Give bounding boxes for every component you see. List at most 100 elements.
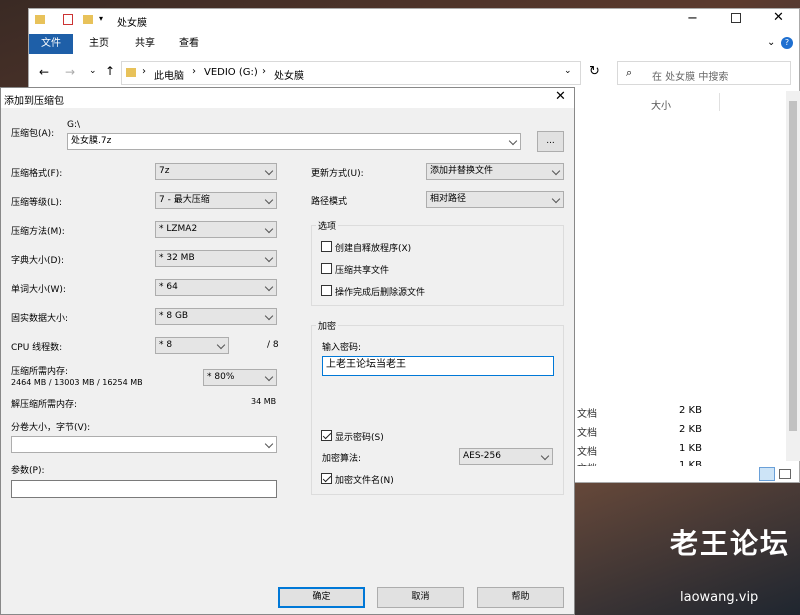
- encryption-group: 加密 输入密码: 上老王论坛当老王 显示密码(S) 加密算法: AES-256 …: [311, 319, 564, 495]
- chevron-down-icon: [508, 136, 518, 146]
- archive-path: G:\: [67, 120, 81, 130]
- mem-comp-label: 压缩所需内存:: [11, 367, 69, 377]
- enc-method-select[interactable]: AES-256: [459, 448, 553, 465]
- tab-file[interactable]: 文件: [29, 34, 73, 54]
- delete-checkbox[interactable]: [321, 285, 332, 296]
- recent-dropdown-icon[interactable]: ⌄: [89, 66, 97, 76]
- help-button[interactable]: 帮助: [477, 587, 564, 608]
- large-icons-view-icon[interactable]: [779, 469, 791, 479]
- chevron-down-icon: [264, 372, 274, 382]
- breadcrumb-separator-icon[interactable]: ›: [192, 66, 196, 77]
- show-password-checkbox[interactable]: [321, 430, 332, 441]
- sfx-checkbox[interactable]: [321, 241, 332, 252]
- mem-percent-select[interactable]: * 80%: [203, 369, 277, 386]
- update-select[interactable]: 添加并替换文件: [426, 163, 564, 180]
- dialog-title: 添加到压缩包: [4, 96, 64, 107]
- address-dropdown-icon[interactable]: ⌄: [564, 66, 572, 76]
- dialog-close-icon[interactable]: ✕: [555, 89, 566, 104]
- format-select[interactable]: 7z: [155, 163, 277, 180]
- password-value: 上老王论坛当老王: [326, 359, 406, 370]
- folder-icon: [35, 15, 45, 24]
- watermark-text: 老王论坛: [670, 527, 791, 560]
- file-size: 2 KB: [679, 424, 702, 435]
- path-select[interactable]: 相对路径: [426, 191, 564, 208]
- chevron-down-icon: [264, 166, 274, 176]
- path-value: 相对路径: [430, 194, 467, 204]
- window-title: 处女膜: [117, 18, 147, 29]
- dict-select[interactable]: * 32 MB: [155, 250, 277, 267]
- word-value: * 64: [159, 282, 178, 292]
- chevron-down-icon: [551, 166, 561, 176]
- minimize-icon[interactable]: −: [687, 11, 698, 26]
- shared-label[interactable]: 压缩共享文件: [335, 263, 389, 276]
- maximize-icon[interactable]: [731, 13, 741, 23]
- scrollbar-thumb[interactable]: [789, 101, 797, 431]
- mem-decomp-value: 34 MB: [251, 397, 277, 406]
- cpu-select[interactable]: * 8: [155, 337, 229, 354]
- column-header-size[interactable]: 大小: [651, 97, 671, 112]
- cpu-value: * 8: [159, 340, 173, 350]
- archive-name-combo[interactable]: 处女膜.7z: [67, 133, 521, 150]
- tab-share[interactable]: 共享: [135, 34, 155, 54]
- refresh-icon[interactable]: ↻: [589, 64, 600, 79]
- volume-size-combo[interactable]: [11, 436, 277, 453]
- solid-select[interactable]: * 8 GB: [155, 308, 277, 325]
- ok-button[interactable]: 确定: [278, 587, 365, 608]
- sfx-label[interactable]: 创建自释放程序(X): [335, 241, 411, 254]
- details-view-icon[interactable]: [759, 467, 775, 481]
- breadcrumb-separator-icon[interactable]: ›: [142, 66, 146, 77]
- password-input[interactable]: 上老王论坛当老王: [322, 356, 554, 376]
- path-label: 路径模式: [311, 197, 348, 207]
- level-select[interactable]: 7 - 最大压缩: [155, 192, 277, 209]
- method-select[interactable]: * LZMA2: [155, 221, 277, 238]
- update-value: 添加并替换文件: [430, 166, 494, 176]
- breadcrumb-this-pc[interactable]: 此电脑: [154, 67, 184, 82]
- dict-label: 字典大小(D):: [11, 256, 64, 266]
- quick-access-dropdown-icon[interactable]: ▾: [99, 14, 103, 23]
- help-icon[interactable]: ?: [781, 37, 793, 49]
- cancel-button[interactable]: 取消: [377, 587, 464, 608]
- options-title: 选项: [316, 219, 339, 232]
- chevron-down-icon: [264, 195, 274, 205]
- encryption-title: 加密: [316, 319, 339, 332]
- back-icon[interactable]: ←: [39, 65, 49, 79]
- watermark-url: laowang.vip: [680, 590, 759, 605]
- encrypt-names-label[interactable]: 加密文件名(N): [335, 473, 394, 486]
- browse-button[interactable]: ...: [537, 131, 564, 152]
- breadcrumb-separator-icon[interactable]: ›: [262, 66, 266, 77]
- chevron-down-icon: [264, 439, 274, 449]
- breadcrumb-folder[interactable]: 处女膜: [274, 67, 304, 82]
- vertical-scrollbar[interactable]: [786, 91, 800, 461]
- breadcrumb-drive[interactable]: VEDIO (G:): [204, 67, 258, 78]
- explorer-titlebar: ▾ 处女膜 − ✕: [29, 9, 799, 33]
- show-password-label[interactable]: 显示密码(S): [335, 430, 384, 443]
- search-box[interactable]: ⌕ 在 处女膜 中搜索: [617, 61, 791, 85]
- properties-icon[interactable]: [63, 14, 73, 25]
- mem-percent-value: * 80%: [207, 372, 235, 382]
- forward-icon[interactable]: →: [65, 65, 75, 79]
- delete-label[interactable]: 操作完成后删除源文件: [335, 285, 425, 298]
- word-label: 单词大小(W):: [11, 285, 66, 295]
- close-icon[interactable]: ✕: [773, 10, 784, 25]
- address-row: ← → ⌄ ↑ › 此电脑 › VEDIO (G:) › 处女膜 ⌄ ↻ ⌕ 在…: [29, 61, 799, 87]
- new-folder-icon[interactable]: [83, 15, 93, 24]
- params-input[interactable]: [11, 480, 277, 498]
- address-bar[interactable]: › 此电脑 › VEDIO (G:) › 处女膜 ⌄: [121, 61, 581, 85]
- search-placeholder: 在 处女膜 中搜索: [652, 72, 729, 83]
- dialog-titlebar: 添加到压缩包 ✕: [1, 88, 574, 108]
- options-group: 选项 创建自释放程序(X) 压缩共享文件 操作完成后删除源文件: [311, 219, 564, 306]
- column-divider: [719, 93, 720, 111]
- chevron-down-icon: [264, 282, 274, 292]
- chevron-down-icon: [264, 311, 274, 321]
- word-select[interactable]: * 64: [155, 279, 277, 296]
- enc-method-label: 加密算法:: [322, 454, 362, 464]
- ribbon-tabs: 文件 主页 共享 查看 ⌄ ?: [29, 34, 799, 54]
- expand-ribbon-icon[interactable]: ⌄: [767, 37, 775, 48]
- file-type: 文档: [577, 409, 597, 420]
- shared-checkbox[interactable]: [321, 263, 332, 274]
- up-icon[interactable]: ↑: [105, 64, 115, 78]
- tab-home[interactable]: 主页: [89, 34, 109, 54]
- tab-view[interactable]: 查看: [179, 34, 199, 54]
- level-value: 7 - 最大压缩: [159, 195, 210, 205]
- encrypt-names-checkbox[interactable]: [321, 473, 332, 484]
